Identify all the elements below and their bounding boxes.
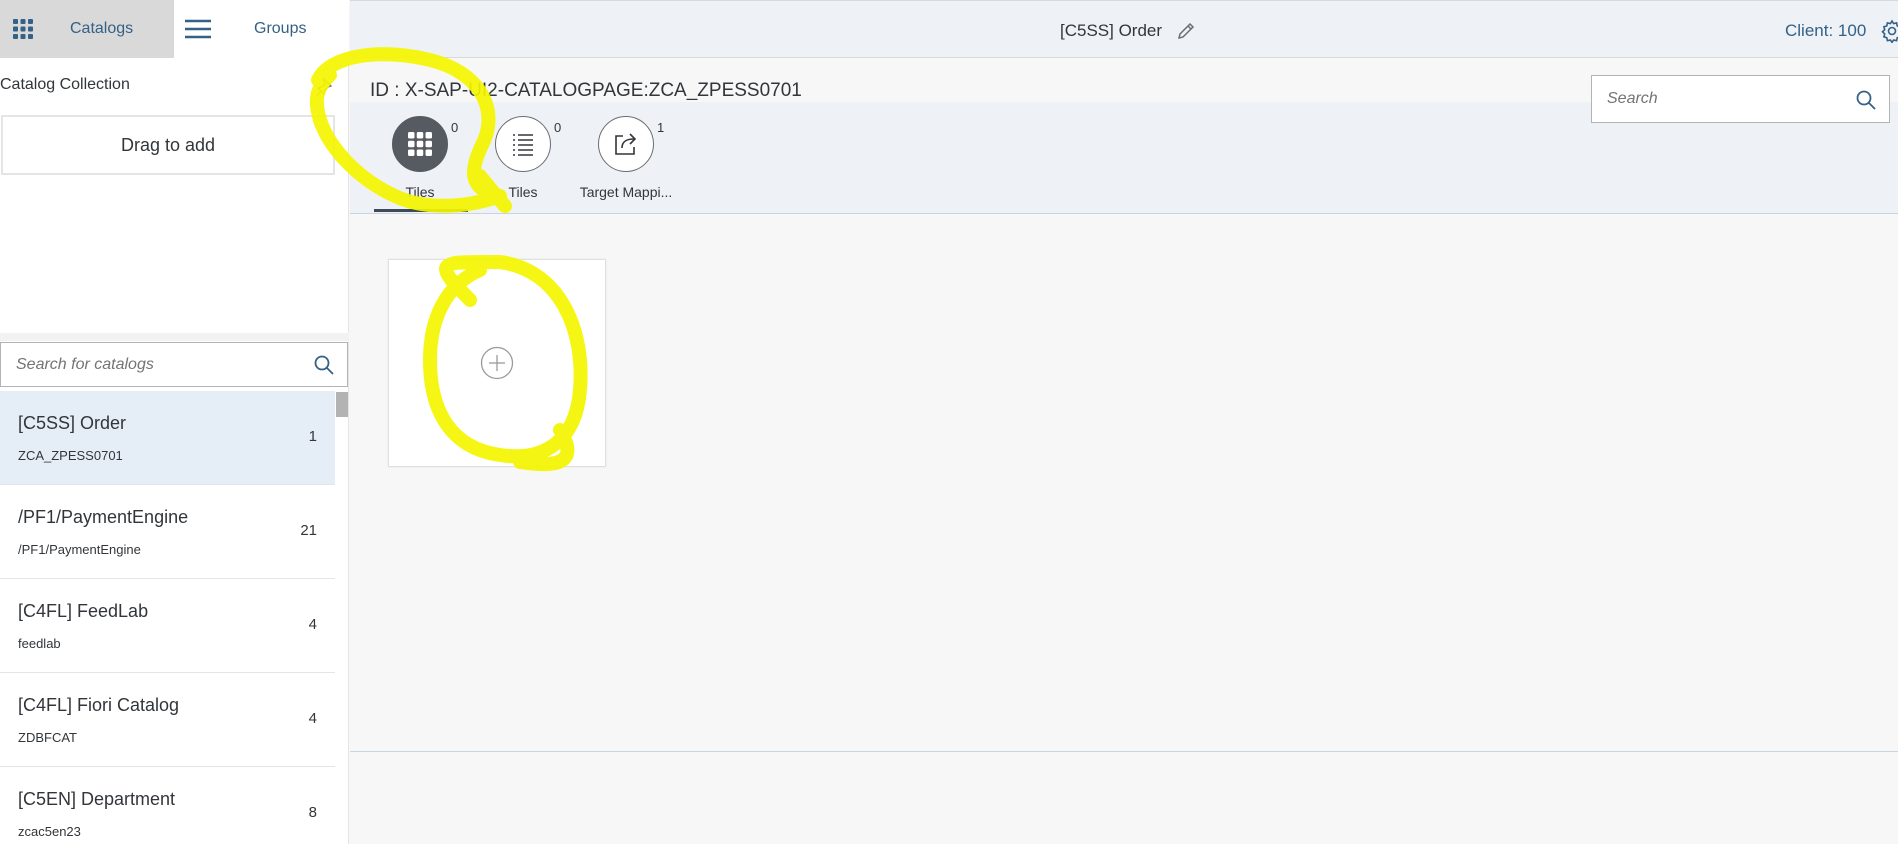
section-divider: [0, 333, 349, 341]
share-icon: [615, 133, 637, 155]
catalog-list-item[interactable]: [C4FL] FeedLab feedlab 4: [0, 579, 335, 673]
catalog-tile-count: 21: [300, 522, 317, 539]
tab-icon-circle: [598, 116, 654, 172]
app-root: Catalogs Groups Catalog Collection Drag …: [0, 0, 1898, 844]
drag-to-add-label: Drag to add: [120, 134, 216, 155]
tab-count: 0: [554, 120, 562, 135]
catalog-search-input[interactable]: [1, 343, 291, 386]
left-panel: Catalogs Groups Catalog Collection Drag …: [0, 0, 349, 844]
catalog-collection-title: Catalog Collection: [0, 76, 130, 93]
drag-to-add-area[interactable]: Drag to add: [1, 115, 335, 175]
gear-icon[interactable]: [1880, 19, 1898, 43]
catalog-id: /PF1/PaymentEngine: [18, 542, 141, 557]
catalog-list-item[interactable]: /PF1/PaymentEngine /PF1/PaymentEngine 21: [0, 485, 335, 579]
tab-count: 0: [451, 120, 459, 135]
catalog-tile-count: 1: [308, 428, 317, 445]
catalog-id: ZDBFCAT: [18, 730, 77, 745]
catalogs-button[interactable]: Catalogs: [0, 0, 174, 58]
catalog-title: [C4FL] Fiori Catalog: [18, 695, 180, 715]
catalog-list-item[interactable]: [C5EN] Department zcac5en23 8: [0, 767, 335, 844]
catalogs-label: Catalogs: [70, 20, 134, 37]
page-footer: [350, 752, 1898, 844]
tab-target-mappings[interactable]: 1 Target Mappi...: [576, 116, 676, 214]
catalog-title: /PF1/PaymentEngine: [18, 507, 189, 527]
pin-icon[interactable]: [316, 76, 336, 98]
tab-label: Tiles: [405, 184, 435, 200]
tile-search-input[interactable]: [1592, 76, 1832, 122]
hamburger-menu-icon: [185, 19, 211, 39]
catalog-list-item[interactable]: [C5SS] Order ZCA_ZPESS0701 1: [0, 391, 335, 485]
shell-header: [C5SS] Order Client: 100: [350, 0, 1898, 58]
catalog-search: [0, 342, 348, 387]
app-grid-icon: [13, 19, 33, 39]
client-indicator[interactable]: Client: 100: [1785, 21, 1866, 41]
tab-label: Tiles: [508, 184, 538, 200]
tab-label: Target Mappi...: [579, 184, 673, 200]
catalog-list-scrollbar[interactable]: [336, 392, 348, 417]
search-icon[interactable]: [1855, 89, 1877, 111]
tab-count: 1: [657, 120, 665, 135]
page-title: [C5SS] Order: [1060, 21, 1163, 40]
groups-button[interactable]: Groups: [174, 0, 349, 58]
tile-container: [350, 215, 1898, 752]
catalog-tile-count: 8: [308, 804, 317, 821]
tile-search: [1591, 75, 1890, 123]
tab-tiles-list[interactable]: 0 Tiles: [473, 116, 573, 214]
list-icon: [513, 134, 533, 156]
catalog-title: [C5SS] Order: [18, 413, 127, 433]
catalog-id: feedlab: [18, 636, 61, 651]
catalog-title: [C5EN] Department: [18, 789, 176, 809]
tab-tiles-grid[interactable]: 0 Tiles: [370, 116, 470, 214]
left-header: Catalogs Groups: [0, 0, 349, 58]
catalog-id: ZCA_ZPESS0701: [18, 448, 123, 463]
groups-label: Groups: [254, 20, 307, 37]
catalog-id: zcac5en23: [18, 824, 81, 839]
catalog-tile-count: 4: [308, 710, 317, 727]
catalog-list-item[interactable]: [C4FL] Fiori Catalog ZDBFCAT 4: [0, 673, 335, 767]
active-tab-indicator: [374, 209, 468, 212]
edit-pencil-icon[interactable]: [1176, 21, 1196, 41]
catalog-tile-count: 4: [308, 616, 317, 633]
catalog-list: [C5SS] Order ZCA_ZPESS0701 1 /PF1/Paymen…: [0, 391, 335, 844]
grid-icon: [408, 132, 432, 156]
tab-icon-circle: [392, 116, 448, 172]
catalog-title: [C4FL] FeedLab: [18, 601, 149, 621]
catalog-object-id: ID : X-SAP-UI2-CATALOGPAGE:ZCA_ZPESS0701: [370, 80, 802, 101]
search-icon[interactable]: [313, 354, 335, 376]
tab-icon-circle: [495, 116, 551, 172]
plus-circle-icon: [480, 346, 514, 380]
add-tile-button[interactable]: [388, 259, 606, 467]
